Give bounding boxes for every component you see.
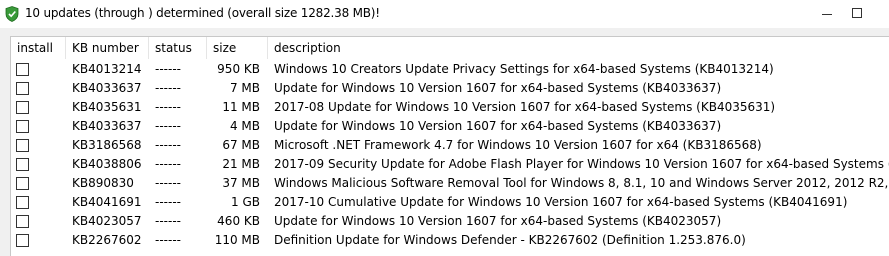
install-cell (11, 174, 66, 193)
table-row[interactable]: KB4013214 ------ 950 KB Windows 10 Creators… (11, 60, 889, 79)
column-header-description[interactable]: description (268, 37, 889, 59)
status-cell: ------ (155, 62, 181, 76)
status-cell: ------ (155, 157, 181, 171)
table-row[interactable]: KB2267602 ------ 110 MB Definition Update f… (11, 231, 889, 250)
install-cell (11, 60, 66, 79)
description-cell: 2017-10 Cumulative Update for Windows 10… (274, 195, 848, 209)
description-cell: Update for Windows 10 Version 1607 for x… (274, 119, 722, 133)
install-checkbox[interactable] (16, 101, 29, 114)
install-checkbox[interactable] (16, 177, 29, 190)
size-cell: 21 MB (222, 157, 260, 171)
install-checkbox[interactable] (16, 82, 29, 95)
kb-number-cell: KB4035631 (72, 100, 142, 114)
install-cell (11, 212, 66, 231)
column-header-status[interactable]: status (149, 37, 207, 59)
table-row[interactable]: KB4038806 ------ 21 MB 2017-09 Security Upd… (11, 155, 889, 174)
description-cell: Windows 10 Creators Update Privacy Setti… (274, 62, 774, 76)
shield-check-icon (5, 6, 19, 22)
kb-number-cell: KB890830 (72, 176, 134, 190)
install-cell (11, 193, 66, 212)
install-checkbox[interactable] (16, 234, 29, 247)
kb-number-cell: KB4033637 (72, 119, 142, 133)
maximize-button[interactable] (842, 4, 872, 24)
size-cell: 950 KB (217, 62, 260, 76)
table-row[interactable]: KB4041691 ------ 1 GB 2017-10 Cumulative Up… (11, 193, 889, 212)
description-cell: 2017-08 Update for Windows 10 Version 16… (274, 100, 776, 114)
install-checkbox[interactable] (16, 139, 29, 152)
size-cell: 67 MB (222, 138, 260, 152)
status-cell: ------ (155, 214, 181, 228)
minimize-button[interactable] (812, 4, 842, 24)
size-cell: 1 GB (231, 195, 260, 209)
size-cell: 460 KB (217, 214, 260, 228)
install-cell (11, 79, 66, 98)
table-row[interactable]: KB4033637 ------ 4 MB Update for Windows 10… (11, 117, 889, 136)
kb-number-cell: KB4041691 (72, 195, 142, 209)
install-checkbox[interactable] (16, 158, 29, 171)
kb-number-cell: KB3186568 (72, 138, 142, 152)
size-cell: 7 MB (229, 81, 260, 95)
table-row[interactable]: KB3186568 ------ 67 MB Microsoft .NET Frame… (11, 136, 889, 155)
kb-number-cell: KB4038806 (72, 157, 142, 171)
install-cell (11, 231, 66, 250)
install-cell (11, 136, 66, 155)
list-header: install KB number status size descriptio… (11, 37, 889, 59)
description-cell: Update for Windows 10 Version 1607 for x… (274, 81, 722, 95)
table-row[interactable]: KB890830 ------ 37 MB Windows Malicious Sof… (11, 174, 889, 193)
size-cell: 37 MB (222, 176, 260, 190)
install-cell (11, 98, 66, 117)
status-cell: ------ (155, 233, 181, 247)
kb-number-cell: KB2267602 (72, 233, 142, 247)
size-cell: 110 MB (214, 233, 260, 247)
kb-number-cell: KB4013214 (72, 62, 142, 76)
size-cell: 4 MB (229, 119, 260, 133)
list-body: KB4013214 ------ 950 KB Windows 10 Creators… (11, 60, 889, 250)
description-cell: 2017-09 Security Update for Adobe Flash … (274, 157, 889, 171)
install-checkbox[interactable] (16, 196, 29, 209)
status-cell: ------ (155, 81, 181, 95)
status-cell: ------ (155, 195, 181, 209)
install-cell (11, 155, 66, 174)
size-cell: 11 MB (222, 100, 260, 114)
install-checkbox[interactable] (16, 63, 29, 76)
table-row[interactable]: KB4035631 ------ 11 MB 2017-08 Update for W… (11, 98, 889, 117)
description-cell: Update for Windows 10 Version 1607 for x… (274, 214, 722, 228)
description-cell: Definition Update for Windows Defender -… (274, 233, 746, 247)
table-row[interactable]: KB4023057 ------ 460 KB Update for Windows … (11, 212, 889, 231)
status-cell: ------ (155, 119, 181, 133)
column-header-kb-number[interactable]: KB number (66, 37, 149, 59)
title-bar: 10 updates (through ) determined (overal… (0, 0, 889, 28)
column-header-size[interactable]: size (207, 37, 268, 59)
table-row[interactable]: KB4033637 ------ 7 MB Update for Windows 10… (11, 79, 889, 98)
install-checkbox[interactable] (16, 215, 29, 228)
column-header-install[interactable]: install (11, 37, 66, 59)
description-cell: Windows Malicious Software Removal Tool … (274, 176, 889, 190)
window-title: 10 updates (through ) determined (overal… (25, 6, 380, 20)
kb-number-cell: KB4033637 (72, 81, 142, 95)
install-checkbox[interactable] (16, 120, 29, 133)
status-cell: ------ (155, 176, 181, 190)
updates-list[interactable]: install KB number status size descriptio… (10, 36, 889, 256)
status-cell: ------ (155, 138, 181, 152)
status-cell: ------ (155, 100, 181, 114)
kb-number-cell: KB4023057 (72, 214, 142, 228)
description-cell: Microsoft .NET Framework 4.7 for Windows… (274, 138, 762, 152)
install-cell (11, 117, 66, 136)
